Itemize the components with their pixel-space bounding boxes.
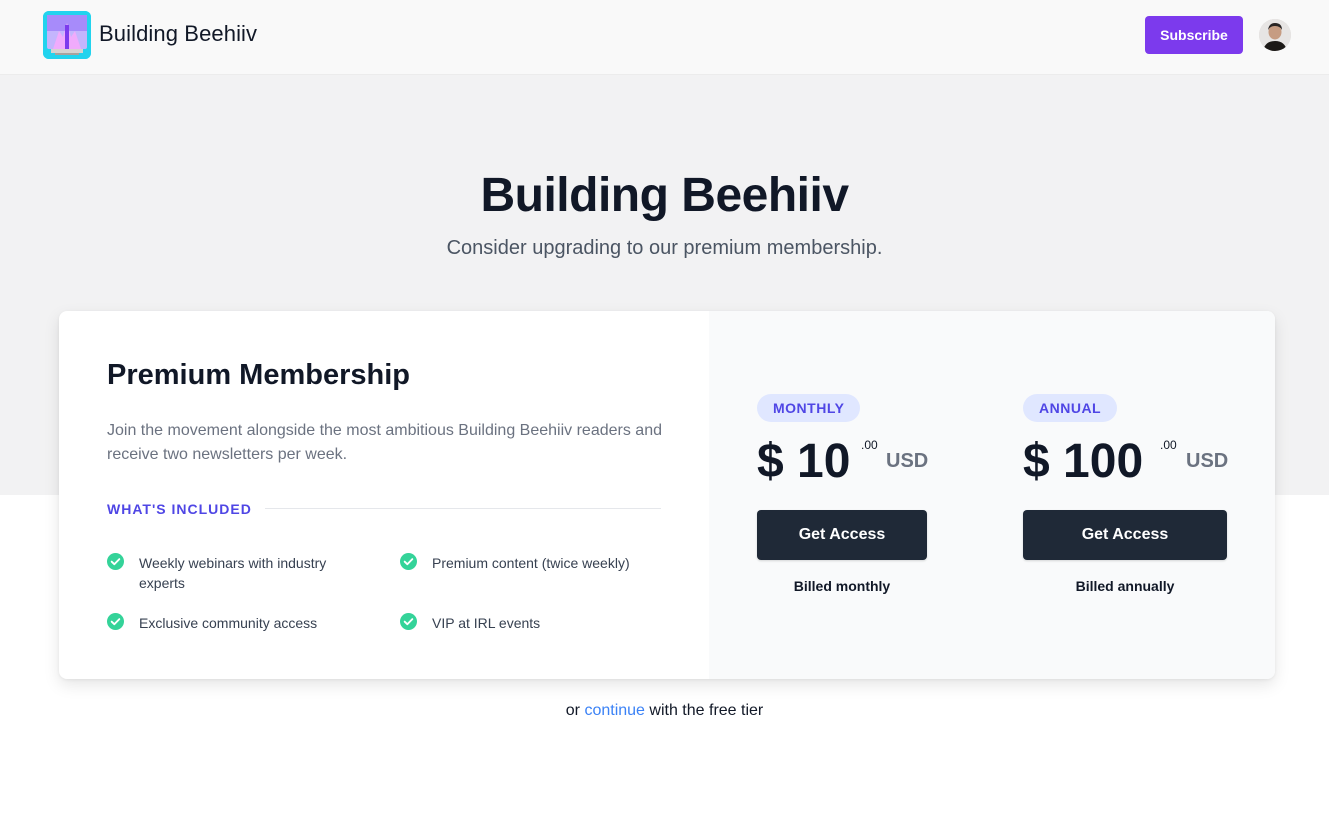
hero-title: Building Beehiiv [480,169,849,222]
get-access-monthly-button[interactable]: Get Access [757,510,927,560]
get-access-annual-button[interactable]: Get Access [1023,510,1227,560]
price-cents: .00 [861,438,878,452]
free-tier-note: or continue with the free tier [0,702,1329,720]
billing-note-annual: Billed annually [1075,578,1175,594]
whats-included-label: WHAT'S INCLUDED [107,501,252,517]
hero-subtitle: Consider upgrading to our premium member… [446,237,883,259]
plan-badge-annual: ANNUAL [1023,394,1118,422]
feature-text: VIP at IRL events [432,615,541,631]
check-circle-icon [107,553,124,570]
price-value: 10 [797,435,851,488]
user-avatar[interactable] [1259,19,1291,51]
feature-text: Weekly webinars with industry experts [139,555,327,591]
divider [265,508,661,509]
price-amount: $ 10 [757,434,850,490]
currency-symbol: $ [757,435,784,488]
feature-text: Premium content (twice weekly) [432,555,630,571]
free-tier-suffix: with the free tier [649,702,764,719]
plan-badge-monthly: MONTHLY [757,394,861,422]
feature-text: Exclusive community access [139,615,318,631]
building-logo-icon[interactable] [43,11,91,59]
price-amount: $ 100 [1023,434,1143,490]
membership-title: Premium Membership [107,359,410,391]
price-annual: $ 100 .00 USD [1023,434,1243,490]
price-currency: USD [1186,450,1229,472]
continue-link[interactable]: continue [584,702,645,719]
price-monthly: $ 10 .00 USD [757,434,947,490]
brand-name[interactable]: Building Beehiiv [99,21,257,47]
pricing-panel: MONTHLY $ 10 .00 USD Get Access Billed m… [709,311,1275,679]
price-cents: .00 [1160,438,1177,452]
check-circle-icon [107,613,124,630]
currency-symbol: $ [1023,435,1050,488]
membership-description: Join the movement alongside the most amb… [107,422,662,463]
price-currency: USD [886,450,929,472]
billing-note-monthly: Billed monthly [793,578,891,594]
price-value: 100 [1063,435,1144,488]
free-tier-prefix: or [565,702,580,719]
subscribe-button[interactable]: Subscribe [1145,16,1243,54]
top-navigation-bar: Building Beehiiv Subscribe [0,0,1329,75]
check-circle-icon [400,613,417,630]
check-circle-icon [400,553,417,570]
membership-card: Premium Membership Join the movement alo… [59,311,1275,679]
membership-details: Premium Membership Join the movement alo… [59,311,709,679]
